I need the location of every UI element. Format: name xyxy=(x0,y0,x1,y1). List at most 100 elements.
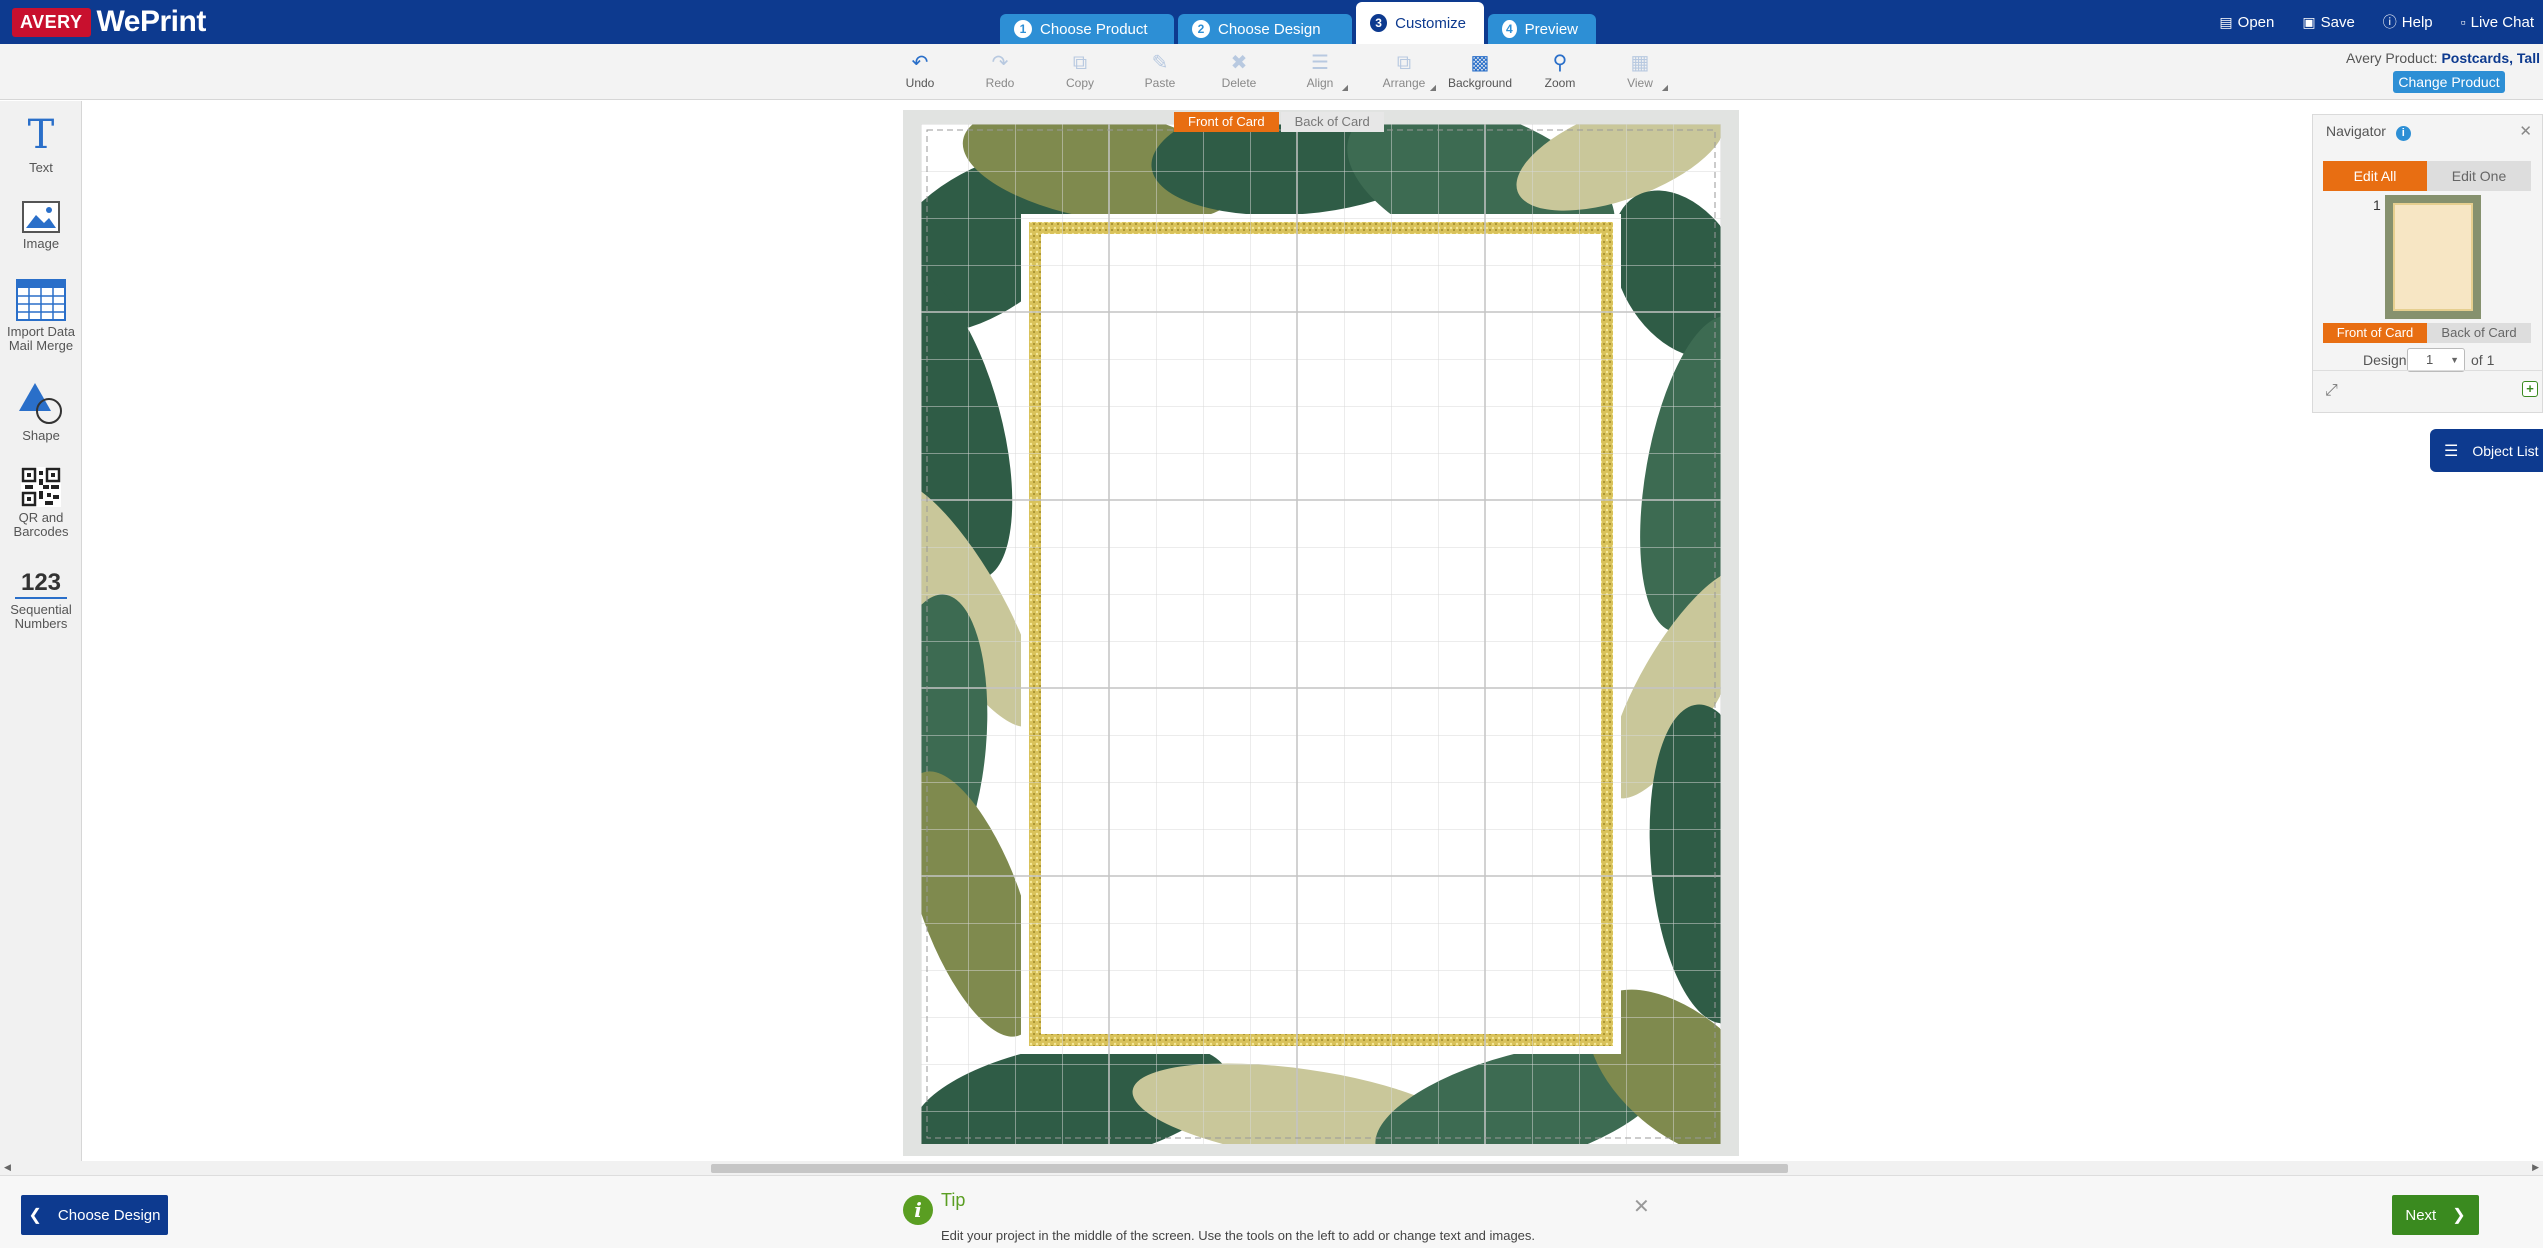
scroll-right-icon[interactable]: ▶ xyxy=(2532,1162,2539,1173)
scrollbar-thumb[interactable] xyxy=(711,1164,1788,1173)
zoom-icon: ⚲ xyxy=(1552,52,1568,74)
barcodes-label: Barcodes xyxy=(13,524,69,539)
step-label: Choose Design xyxy=(1218,20,1321,38)
image-tool[interactable]: Image xyxy=(0,201,82,251)
shape-tool[interactable]: Shape xyxy=(0,381,82,443)
design-select-value: 1 xyxy=(2426,352,2434,367)
background-button[interactable]: ▩ Background xyxy=(1445,50,1515,90)
dropdown-caret-icon: ◢ xyxy=(1341,83,1348,92)
undo-label: Undo xyxy=(905,76,935,90)
step-customize[interactable]: 3 Customize xyxy=(1356,2,1484,44)
tab-front-of-card[interactable]: Front of Card xyxy=(1174,112,1279,132)
step-choose-design[interactable]: 2 Choose Design xyxy=(1178,14,1352,44)
card-thumbnail[interactable] xyxy=(2385,195,2481,319)
mail-merge-label: Mail Merge xyxy=(8,338,74,353)
change-product-button[interactable]: Change Product xyxy=(2393,71,2505,93)
save-label: Save xyxy=(2320,13,2355,31)
step-tabs: 1 Choose Product 2 Choose Design 3 Custo… xyxy=(1000,0,1596,44)
product-prefix: Avery Product: xyxy=(2345,50,2438,66)
live-chat-button[interactable]: ▫ Live Chat xyxy=(2461,14,2534,31)
layers-icon: ☰ xyxy=(2444,442,2459,460)
copy-label: Copy xyxy=(1065,76,1094,90)
navigator-front-tab[interactable]: Front of Card xyxy=(2323,323,2427,343)
background-label: Background xyxy=(1447,76,1513,90)
trash-icon: ✖ xyxy=(1230,52,1248,74)
text-tool-label: Text xyxy=(29,160,53,175)
paste-label: Paste xyxy=(1144,76,1176,90)
save-button[interactable]: ▣ Save xyxy=(2302,14,2354,31)
design-select[interactable]: 1 ▼ xyxy=(2407,348,2465,372)
zoom-button[interactable]: ⚲ Zoom xyxy=(1530,50,1590,90)
tab-back-of-card[interactable]: Back of Card xyxy=(1280,112,1384,132)
card-canvas[interactable] xyxy=(903,110,1739,1156)
tip-text: Edit your project in the middle of the s… xyxy=(941,1228,1536,1243)
copy-button[interactable]: ⧉ Copy xyxy=(1050,50,1110,90)
sequential-numbers-tool[interactable]: 123 Sequential Numbers xyxy=(0,569,82,631)
expand-icon[interactable]: ⤢ xyxy=(2325,382,2338,400)
horizontal-scrollbar[interactable]: ◀ ▶ xyxy=(0,1161,2543,1175)
step-number: 2 xyxy=(1192,20,1210,38)
redo-button[interactable]: ↷ Redo xyxy=(970,50,1030,90)
qr-barcode-tool[interactable]: QR and Barcodes xyxy=(0,467,82,539)
undo-icon: ↶ xyxy=(911,52,929,74)
chevron-right-icon: ❯ xyxy=(2452,1207,2466,1224)
object-list-button[interactable]: ☰ Object List xyxy=(2430,429,2543,472)
choose-design-back-button[interactable]: ❮ Choose Design xyxy=(21,1195,168,1235)
qr-code-icon xyxy=(21,467,61,507)
open-button[interactable]: ▤ Open xyxy=(2219,14,2274,31)
navigator-back-tab[interactable]: Back of Card xyxy=(2427,323,2531,343)
step-number: 3 xyxy=(1370,14,1388,32)
numbers-label: Numbers xyxy=(14,616,68,631)
qr-label: QR and xyxy=(18,510,64,525)
delete-button[interactable]: ✖ Delete xyxy=(1209,50,1269,90)
live-chat-label: Live Chat xyxy=(2470,13,2534,31)
copy-icon: ⧉ xyxy=(1072,52,1088,74)
add-page-icon[interactable]: + xyxy=(2522,381,2538,397)
back-button-label: Choose Design xyxy=(57,1206,161,1224)
text-tool[interactable]: T Text xyxy=(0,113,82,175)
save-icon: ▣ xyxy=(2302,13,2316,30)
object-list-label: Object List xyxy=(2472,442,2539,459)
close-icon[interactable]: ✕ xyxy=(1633,1194,1650,1219)
align-button[interactable]: ☰ Align ◢ xyxy=(1290,50,1350,92)
table-icon xyxy=(16,279,66,321)
step-preview[interactable]: 4 Preview xyxy=(1488,14,1596,44)
arrange-label: Arrange xyxy=(1382,76,1426,90)
folder-icon: ▤ xyxy=(2219,13,2233,30)
product-name: Postcards, Tall xyxy=(2441,50,2540,66)
import-data-tool[interactable]: Import Data Mail Merge xyxy=(0,279,82,353)
step-number: 4 xyxy=(1502,20,1517,38)
close-icon[interactable]: ✕ xyxy=(2519,122,2532,140)
edit-all-button[interactable]: Edit All xyxy=(2323,161,2427,191)
view-button[interactable]: ▦ View ◢ xyxy=(1610,50,1670,92)
delete-label: Delete xyxy=(1221,76,1257,90)
chevron-left-icon: ❮ xyxy=(28,1207,42,1224)
edit-one-button[interactable]: Edit One xyxy=(2427,161,2531,191)
top-bar: AVERY WePrint 1 Choose Product 2 Choose … xyxy=(0,0,2543,44)
arrange-button[interactable]: ⧉ Arrange ◢ xyxy=(1370,50,1438,92)
chevron-down-icon: ▼ xyxy=(2450,355,2459,365)
image-icon xyxy=(22,201,60,233)
navigator-divider xyxy=(2313,370,2543,371)
next-button-label: Next xyxy=(2405,1206,2437,1224)
navigator-panel: Navigator i ✕ Edit All Edit One 1 Front … xyxy=(2312,114,2543,413)
tropical-leaves-artwork xyxy=(921,124,1721,1144)
help-button[interactable]: ⓘ Help xyxy=(2383,12,2433,32)
thumbnail-panel xyxy=(2393,203,2473,311)
paste-button[interactable]: ✎ Paste xyxy=(1130,50,1190,90)
avery-logo[interactable]: AVERY WePrint xyxy=(12,5,206,38)
undo-button[interactable]: ↶ Undo xyxy=(890,50,950,90)
background-icon: ▩ xyxy=(1470,52,1490,74)
product-info: Avery Product: Postcards, Tall xyxy=(2346,50,2540,66)
step-choose-product[interactable]: 1 Choose Product xyxy=(1000,14,1174,44)
sequential-label: Sequential xyxy=(10,602,72,617)
redo-icon: ↷ xyxy=(991,52,1009,74)
edit-toolbar: ↶ Undo ↷ Redo ⧉ Copy ✎ Paste ✖ Delete ☰ … xyxy=(0,44,2543,100)
step-label: Preview xyxy=(1524,20,1578,38)
postcard-design[interactable] xyxy=(921,124,1721,1144)
step-label: Choose Product xyxy=(1040,20,1148,38)
next-button[interactable]: Next ❯ xyxy=(2392,1195,2479,1235)
info-icon[interactable]: i xyxy=(2395,126,2411,141)
design-label: Design xyxy=(2363,352,2407,368)
scroll-left-icon[interactable]: ◀ xyxy=(4,1162,11,1173)
